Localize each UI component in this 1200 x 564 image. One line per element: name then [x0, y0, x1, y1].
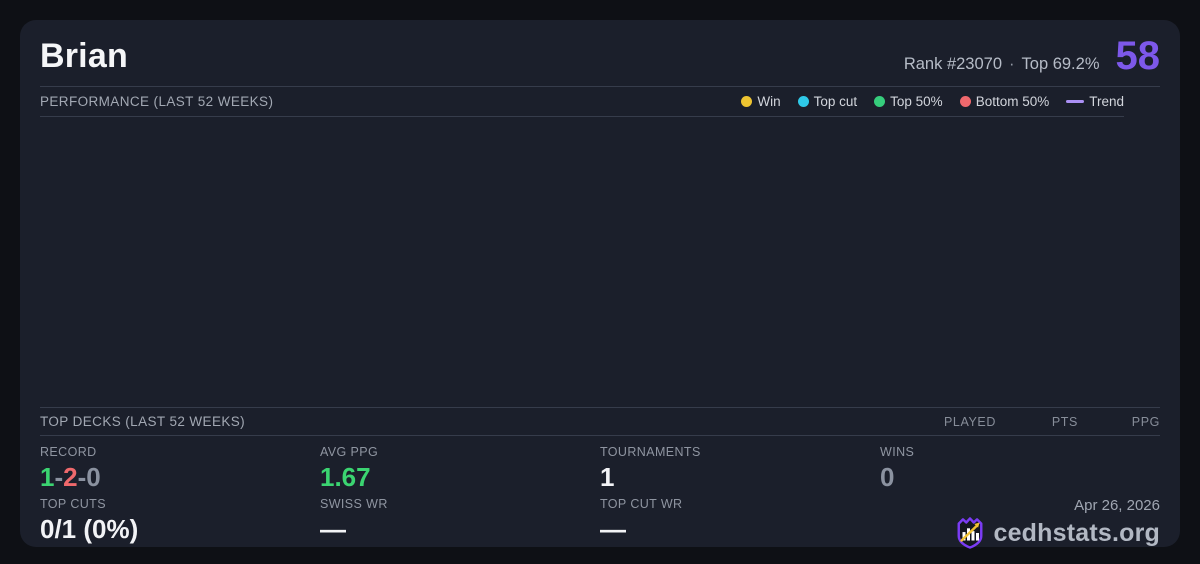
legend-item-bottom50: Bottom 50% [959, 94, 1050, 109]
top-decks-section-title: TOP DECKS (LAST 52 WEEKS) [40, 414, 246, 429]
stat-wins: WINS 0 [880, 436, 1160, 491]
card-date: Apr 26, 2026 [1074, 497, 1160, 514]
footer-block: Apr 26, 2026 cedhstats.org [880, 488, 1160, 549]
bottom50-dot-icon [959, 96, 971, 107]
column-header-pts: PTS [1051, 414, 1078, 429]
legend-item-top-cut: Top cut [797, 94, 858, 109]
stat-top-cuts: TOP CUTS 0/1 (0%) [40, 488, 320, 543]
stat-top-cuts-label: TOP CUTS [40, 497, 106, 511]
top-cut-dot-icon [797, 96, 809, 107]
column-header-played: PLAYED [943, 414, 996, 429]
stat-tournaments-label: TOURNAMENTS [600, 445, 701, 459]
stat-top-cut-wr-value: — [600, 514, 626, 544]
column-header-ppg: PPG [1131, 414, 1160, 429]
stat-avg-ppg-label: AVG PPG [320, 445, 379, 459]
stat-tournaments: TOURNAMENTS 1 [600, 436, 880, 491]
chart-legend: Win Top cut Top 50% Bottom 50% Trend [741, 94, 1160, 109]
stats-grid: RECORD 1-2-0 AVG PPG 1.67 TOURNAMENTS 1 … [40, 436, 1160, 549]
performance-chart-area [40, 117, 1160, 407]
legend-label-bottom50: Bottom 50% [975, 94, 1050, 109]
stat-wins-label: WINS [880, 445, 915, 459]
top-decks-header-row: TOP DECKS (LAST 52 WEEKS) PLAYED PTS PPG [40, 407, 1160, 436]
legend-item-win: Win [741, 94, 781, 109]
legend-item-top50: Top 50% [874, 94, 943, 109]
trend-line-icon [1066, 100, 1085, 103]
title-row: Brian Rank #23070 · Top 69.2% 58 [40, 20, 1160, 86]
legend-label-top-cut: Top cut [813, 94, 858, 109]
stat-record-label: RECORD [40, 445, 97, 459]
site-link[interactable]: cedhstats.org [993, 519, 1160, 548]
legend-item-trend: Trend [1066, 94, 1124, 109]
legend-label-win: Win [757, 94, 781, 109]
stat-avg-ppg: AVG PPG 1.67 [320, 436, 600, 491]
legend-label-top50: Top 50% [890, 94, 943, 109]
rank-text: Rank #23070 · Top 69.2% [904, 55, 1100, 74]
rank-block: Rank #23070 · Top 69.2% 58 [904, 36, 1160, 76]
player-score: 58 [1115, 34, 1161, 78]
brand-row: cedhstats.org [955, 517, 1160, 549]
stat-record: RECORD 1-2-0 [40, 436, 320, 491]
win-dot-icon [741, 96, 753, 107]
dot-separator: · [1009, 55, 1015, 73]
player-stats-card: Brian Rank #23070 · Top 69.2% 58 PERFORMAN… [20, 20, 1180, 549]
top50-dot-icon [874, 96, 886, 107]
top-decks-column-headers: PLAYED PTS PPG [914, 415, 1160, 429]
cedhstats-shield-logo-icon [958, 517, 983, 549]
rank-number: Rank #23070 [903, 55, 1003, 73]
performance-section-title: PERFORMANCE (LAST 52 WEEKS) [40, 94, 274, 109]
stat-swiss-wr: SWISS WR — [320, 488, 600, 543]
stat-swiss-wr-label: SWISS WR [320, 497, 388, 511]
stat-top-cut-wr: TOP CUT WR — [600, 488, 880, 543]
top-percent: Top 69.2% [1021, 55, 1100, 73]
stat-top-cut-wr-label: TOP CUT WR [600, 497, 683, 511]
player-name: Brian [40, 36, 128, 75]
stat-top-cuts-value: 0/1 (0%) [40, 514, 139, 544]
legend-label-trend: Trend [1089, 94, 1124, 109]
performance-header-row: PERFORMANCE (LAST 52 WEEKS) Win Top cut … [40, 87, 1160, 116]
stat-swiss-wr-value: — [320, 514, 346, 544]
